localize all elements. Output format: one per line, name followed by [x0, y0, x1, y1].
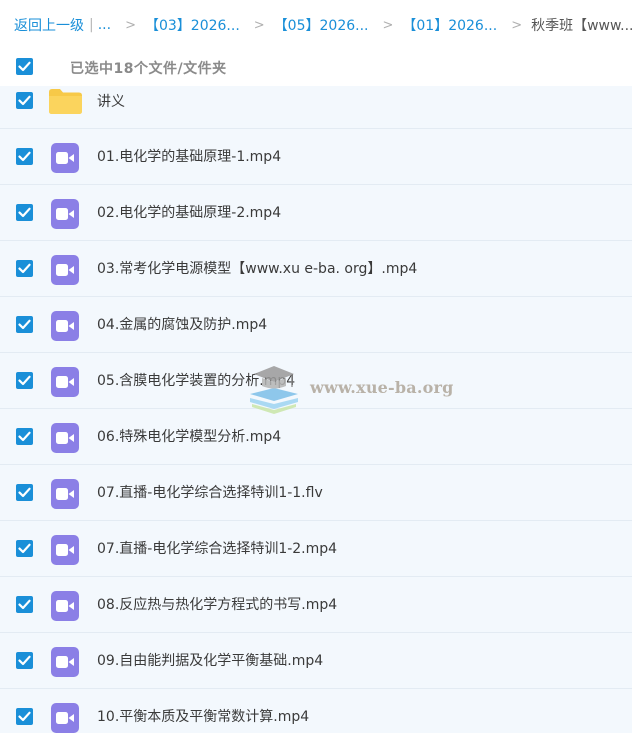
- back-link[interactable]: 返回上一级: [14, 15, 84, 35]
- checkmark-icon: [18, 487, 31, 498]
- list-item[interactable]: 03.常考化学电源模型【www.xu e-ba. org】.mp4: [0, 241, 632, 297]
- video-file-icon: [51, 423, 79, 453]
- breadcrumb-separator: >: [253, 17, 265, 33]
- file-name[interactable]: 01.电化学的基础原理-1.mp4: [97, 146, 281, 166]
- checkmark-icon: [18, 61, 31, 72]
- breadcrumb-separator: >: [511, 17, 523, 33]
- video-file-icon: [51, 143, 79, 173]
- file-name[interactable]: 06.特殊电化学模型分析.mp4: [97, 426, 281, 446]
- file-name[interactable]: 07.直播-电化学综合选择特训1-1.flv: [97, 482, 323, 502]
- video-file-icon: [51, 255, 79, 285]
- list-item[interactable]: 08.反应热与热化学方程式的书写.mp4: [0, 577, 632, 633]
- row-checkbox[interactable]: [16, 372, 33, 389]
- row-checkbox[interactable]: [16, 708, 33, 725]
- video-file-icon: [51, 199, 79, 229]
- row-checkbox[interactable]: [16, 260, 33, 277]
- video-file-icon: [51, 647, 79, 677]
- checkmark-icon: [18, 151, 31, 162]
- row-checkbox[interactable]: [16, 92, 33, 109]
- checkmark-icon: [18, 319, 31, 330]
- file-list: 讲义 01.电化学的基础原理-1.mp4 02.电化学的基础原理-2.mp4 0…: [0, 86, 632, 733]
- breadcrumb-ellipsis-link[interactable]: ...: [98, 17, 111, 33]
- select-all-checkbox[interactable]: [16, 58, 33, 75]
- breadcrumb: 返回上一级 | ... > 【03】2026... > 【05】2026... …: [0, 0, 632, 50]
- checkmark-icon: [18, 207, 31, 218]
- list-item[interactable]: 讲义: [0, 86, 632, 129]
- file-name[interactable]: 10.平衡本质及平衡常数计算.mp4: [97, 706, 309, 726]
- row-checkbox[interactable]: [16, 652, 33, 669]
- checkmark-icon: [18, 431, 31, 442]
- breadcrumb-item-2[interactable]: 【05】2026...: [274, 15, 369, 35]
- video-file-icon: [51, 535, 79, 565]
- breadcrumb-item-1[interactable]: 【03】2026...: [145, 15, 240, 35]
- file-name[interactable]: 02.电化学的基础原理-2.mp4: [97, 202, 281, 222]
- row-checkbox[interactable]: [16, 428, 33, 445]
- file-name[interactable]: 05.含膜电化学装置的分析.mp4: [97, 370, 295, 390]
- video-file-icon: [51, 703, 79, 733]
- video-file-icon: [51, 591, 79, 621]
- row-checkbox[interactable]: [16, 204, 33, 221]
- file-name[interactable]: 04.金属的腐蚀及防护.mp4: [97, 314, 267, 334]
- list-item[interactable]: 02.电化学的基础原理-2.mp4: [0, 185, 632, 241]
- file-name[interactable]: 09.自由能判据及化学平衡基础.mp4: [97, 650, 323, 670]
- breadcrumb-separator: >: [382, 17, 394, 33]
- row-checkbox[interactable]: [16, 540, 33, 557]
- list-item[interactable]: 10.平衡本质及平衡常数计算.mp4: [0, 689, 632, 733]
- list-item[interactable]: 07.直播-电化学综合选择特训1-2.mp4: [0, 521, 632, 577]
- list-item[interactable]: 04.金属的腐蚀及防护.mp4: [0, 297, 632, 353]
- list-item[interactable]: 06.特殊电化学模型分析.mp4: [0, 409, 632, 465]
- selection-bar: 已选中18个文件/文件夹: [0, 50, 632, 86]
- file-name[interactable]: 讲义: [97, 91, 125, 111]
- row-checkbox[interactable]: [16, 148, 33, 165]
- breadcrumb-separator: >: [125, 17, 136, 33]
- breadcrumb-current: 秋季班【www....: [531, 18, 632, 34]
- checkmark-icon: [18, 599, 31, 610]
- video-file-icon: [51, 479, 79, 509]
- list-item[interactable]: 09.自由能判据及化学平衡基础.mp4: [0, 633, 632, 689]
- checkmark-icon: [18, 95, 31, 106]
- video-file-icon: [51, 367, 79, 397]
- file-name[interactable]: 07.直播-电化学综合选择特训1-2.mp4: [97, 538, 337, 558]
- list-item[interactable]: 05.含膜电化学装置的分析.mp4: [0, 353, 632, 409]
- file-name[interactable]: 03.常考化学电源模型【www.xu e-ba. org】.mp4: [97, 258, 417, 278]
- checkmark-icon: [18, 711, 31, 722]
- checkmark-icon: [18, 655, 31, 666]
- checkmark-icon: [18, 375, 31, 386]
- row-checkbox[interactable]: [16, 484, 33, 501]
- folder-icon: [49, 89, 82, 114]
- list-item[interactable]: 07.直播-电化学综合选择特训1-1.flv: [0, 465, 632, 521]
- file-name[interactable]: 08.反应热与热化学方程式的书写.mp4: [97, 594, 337, 614]
- breadcrumb-divider: |: [89, 17, 94, 33]
- checkmark-icon: [18, 543, 31, 554]
- row-checkbox[interactable]: [16, 596, 33, 613]
- row-checkbox[interactable]: [16, 316, 33, 333]
- list-item[interactable]: 01.电化学的基础原理-1.mp4: [0, 129, 632, 185]
- breadcrumb-item-3[interactable]: 【01】2026...: [402, 15, 497, 35]
- video-file-icon: [51, 311, 79, 341]
- selection-count: 已选中18个文件/文件夹: [70, 61, 227, 77]
- file-browser: 返回上一级 | ... > 【03】2026... > 【05】2026... …: [0, 0, 632, 733]
- checkmark-icon: [18, 263, 31, 274]
